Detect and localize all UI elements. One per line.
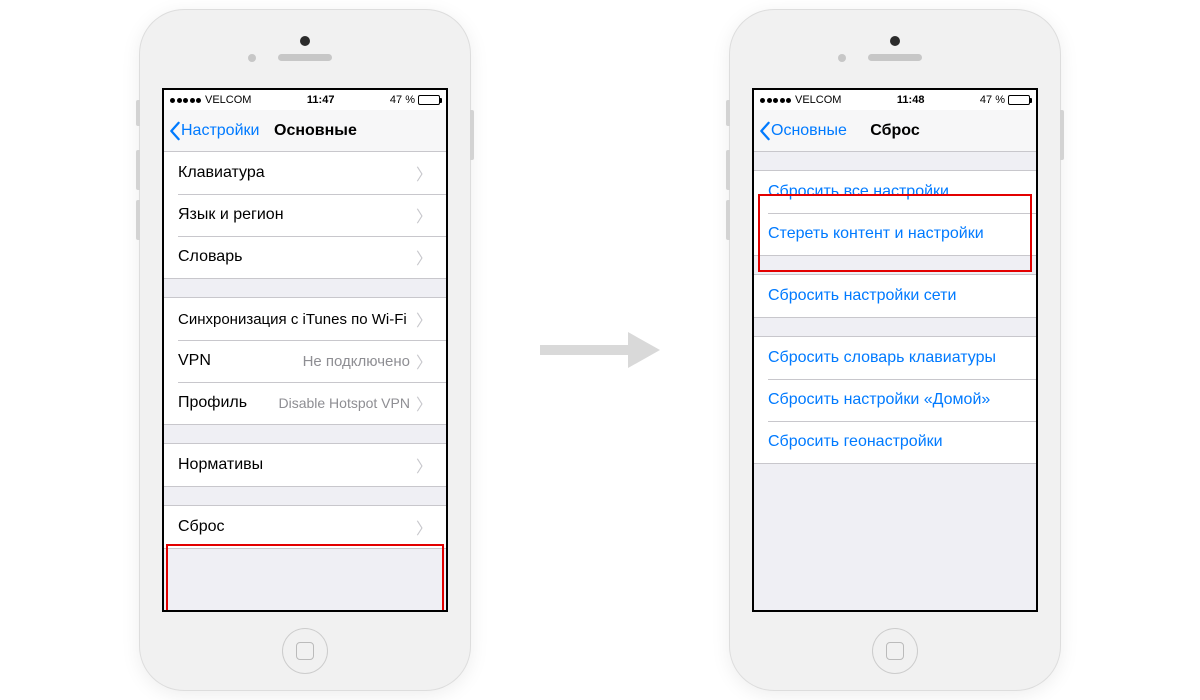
settings-group: Сбросить словарь клавиатуры Сбросить нас… bbox=[754, 336, 1036, 464]
battery-icon bbox=[1008, 95, 1030, 105]
row-reset-location[interactable]: Сбросить геонастройки bbox=[754, 421, 1036, 463]
row-vpn[interactable]: VPN Не подключено 〉 bbox=[164, 340, 446, 382]
chevron-right-icon: 〉 bbox=[416, 161, 432, 185]
chevron-right-icon: 〉 bbox=[416, 203, 432, 227]
battery-percentage: 47 % bbox=[980, 94, 1005, 106]
highlight-reset bbox=[166, 544, 444, 610]
chevron-right-icon: 〉 bbox=[416, 453, 432, 477]
phone-left: VELCOM 11:47 47 % Настройки Основные Кла… bbox=[140, 10, 470, 690]
clock: 11:47 bbox=[307, 94, 335, 106]
row-dictionary[interactable]: Словарь 〉 bbox=[164, 236, 446, 278]
earpiece-icon bbox=[868, 54, 922, 61]
settings-group: Нормативы 〉 bbox=[164, 443, 446, 487]
volume-up-button bbox=[136, 150, 140, 190]
clock: 11:48 bbox=[897, 94, 925, 106]
chevron-right-icon: 〉 bbox=[416, 391, 432, 415]
row-erase-all-content[interactable]: Стереть контент и настройки bbox=[754, 213, 1036, 255]
arrow-right-icon bbox=[540, 332, 660, 368]
reset-content: Сбросить все настройки Стереть контент и… bbox=[754, 152, 1036, 610]
row-reset[interactable]: Сброс 〉 bbox=[164, 506, 446, 548]
nav-bar: Настройки Основные bbox=[164, 110, 446, 152]
status-bar: VELCOM 11:48 47 % bbox=[754, 90, 1036, 110]
carrier-label: VELCOM bbox=[205, 94, 251, 106]
chevron-right-icon: 〉 bbox=[416, 245, 432, 269]
row-regulatory[interactable]: Нормативы 〉 bbox=[164, 444, 446, 486]
row-keyboard[interactable]: Клавиатура 〉 bbox=[164, 152, 446, 194]
sensor-icon bbox=[248, 54, 256, 62]
settings-group: Сбросить настройки сети bbox=[754, 274, 1036, 318]
settings-group: Клавиатура 〉 Язык и регион 〉 Словарь 〉 bbox=[164, 152, 446, 279]
settings-group: Сбросить все настройки Стереть контент и… bbox=[754, 170, 1036, 256]
row-reset-keyboard-dictionary[interactable]: Сбросить словарь клавиатуры bbox=[754, 337, 1036, 379]
row-itunes-wifi-sync[interactable]: Синхронизация с iTunes по Wi-Fi 〉 bbox=[164, 298, 446, 340]
settings-content: Клавиатура 〉 Язык и регион 〉 Словарь 〉 С… bbox=[164, 152, 446, 610]
power-button bbox=[1060, 110, 1064, 160]
chevron-right-icon: 〉 bbox=[416, 307, 432, 331]
battery-icon bbox=[418, 95, 440, 105]
status-bar: VELCOM 11:47 47 % bbox=[164, 90, 446, 110]
home-button[interactable] bbox=[282, 628, 328, 674]
battery-percentage: 47 % bbox=[390, 94, 415, 106]
row-profile[interactable]: Профиль Disable Hotspot VPN 〉 bbox=[164, 382, 446, 424]
carrier-label: VELCOM bbox=[795, 94, 841, 106]
mute-switch bbox=[136, 100, 140, 126]
signal-strength-icon bbox=[170, 98, 201, 103]
chevron-right-icon: 〉 bbox=[416, 349, 432, 373]
back-label: Настройки bbox=[181, 122, 259, 140]
back-button[interactable]: Основные bbox=[754, 121, 847, 141]
row-reset-network[interactable]: Сбросить настройки сети bbox=[754, 275, 1036, 317]
front-camera-icon bbox=[300, 36, 310, 46]
home-button[interactable] bbox=[872, 628, 918, 674]
chevron-left-icon bbox=[758, 121, 771, 141]
front-camera-icon bbox=[890, 36, 900, 46]
volume-down-button bbox=[726, 200, 730, 240]
volume-down-button bbox=[136, 200, 140, 240]
phone-right: VELCOM 11:48 47 % Основные Сброс Сбросит… bbox=[730, 10, 1060, 690]
chevron-left-icon bbox=[168, 121, 181, 141]
back-label: Основные bbox=[771, 122, 847, 140]
earpiece-icon bbox=[278, 54, 332, 61]
mute-switch bbox=[726, 100, 730, 126]
sensor-icon bbox=[838, 54, 846, 62]
settings-group: Синхронизация с iTunes по Wi-Fi 〉 VPN Не… bbox=[164, 297, 446, 425]
power-button bbox=[470, 110, 474, 160]
chevron-right-icon: 〉 bbox=[416, 515, 432, 539]
row-language-region[interactable]: Язык и регион 〉 bbox=[164, 194, 446, 236]
screen-left: VELCOM 11:47 47 % Настройки Основные Кла… bbox=[162, 88, 448, 612]
signal-strength-icon bbox=[760, 98, 791, 103]
nav-bar: Основные Сброс bbox=[754, 110, 1036, 152]
screen-right: VELCOM 11:48 47 % Основные Сброс Сбросит… bbox=[752, 88, 1038, 612]
row-reset-home-layout[interactable]: Сбросить настройки «Домой» bbox=[754, 379, 1036, 421]
settings-group: Сброс 〉 bbox=[164, 505, 446, 549]
volume-up-button bbox=[726, 150, 730, 190]
back-button[interactable]: Настройки bbox=[164, 121, 259, 141]
row-reset-all-settings[interactable]: Сбросить все настройки bbox=[754, 171, 1036, 213]
